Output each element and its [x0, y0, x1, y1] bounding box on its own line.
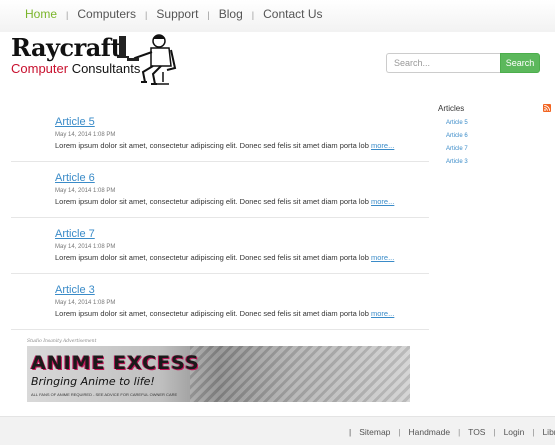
article-title-link[interactable]: Article 3 [55, 284, 425, 296]
search-input[interactable] [386, 53, 500, 73]
more-link[interactable]: more... [371, 141, 394, 150]
nav-item-contact-us[interactable]: Contact Us [263, 7, 322, 21]
more-link[interactable]: more... [371, 309, 394, 318]
articles-sidebar: Articles Article 5 Article 6 Article 7 A… [438, 104, 553, 169]
nav-item-blog[interactable]: Blog [219, 7, 243, 21]
nav-item-computers[interactable]: Computers [77, 7, 136, 21]
article-item: Article 7 May 14, 2014 1:08 PM Lorem ips… [55, 228, 425, 262]
article-date: May 14, 2014 1:08 PM [55, 244, 116, 250]
divider [11, 161, 429, 162]
logo-title: Raycraft [11, 33, 122, 62]
article-excerpt: Lorem ipsum dolor sit amet, consectetur … [55, 253, 395, 262]
footer-link-tos[interactable]: TOS [468, 427, 485, 437]
nav-item-support[interactable]: Support [156, 7, 198, 21]
ad-brand: ANIME EXCESS [31, 352, 200, 374]
ad-fine-print: ALL FANS OF ANIME REQUIRED - SEE ADVICE … [31, 392, 178, 397]
article-title-link[interactable]: Article 7 [55, 228, 425, 240]
anime-artwork [190, 346, 410, 402]
more-link[interactable]: more... [371, 253, 394, 262]
article-title-link[interactable]: Article 6 [55, 172, 425, 184]
top-nav: Home | Computers | Support | Blog | Cont… [0, 0, 555, 32]
article-item: Article 5 May 14, 2014 1:08 PM Lorem ips… [55, 116, 425, 150]
rss-icon[interactable] [543, 104, 551, 112]
man-at-computer-icon [117, 34, 177, 85]
search-form: Search [386, 53, 540, 73]
article-excerpt: Lorem ipsum dolor sit amet, consectetur … [55, 197, 395, 206]
article-title-link[interactable]: Article 5 [55, 116, 425, 128]
footer-link-sitemap[interactable]: Sitemap [359, 427, 390, 437]
nav-separator: | [66, 10, 69, 20]
article-date: May 14, 2014 1:08 PM [55, 132, 116, 138]
divider [11, 273, 429, 274]
sidebar-heading: Articles [438, 104, 465, 113]
footer-link-libr8[interactable]: Libr8 [542, 427, 555, 437]
footer: | Sitemap | Handmade | TOS | Login | Lib… [0, 416, 555, 445]
more-link[interactable]: more... [371, 197, 394, 206]
advertisement-banner[interactable]: ANIME EXCESS Bringing Anime to life! ALL… [27, 346, 410, 402]
article-item: Article 3 May 14, 2014 1:08 PM Lorem ips… [55, 284, 425, 318]
nav-separator: | [251, 10, 255, 20]
article-item: Article 6 May 14, 2014 1:08 PM Lorem ips… [55, 172, 425, 206]
nav-separator: | [207, 10, 210, 20]
footer-separator: | [532, 427, 535, 437]
sidebar-link[interactable]: Article 6 [446, 130, 553, 143]
nav-separator: | [145, 10, 148, 20]
divider [11, 217, 429, 218]
footer-separator: | [398, 427, 401, 437]
ad-label: Studio Insanity Advertisement [27, 339, 97, 344]
sidebar-link[interactable]: Article 5 [446, 117, 553, 130]
footer-separator: | [493, 427, 496, 437]
sidebar-link[interactable]: Article 7 [446, 143, 553, 156]
footer-link-handmade[interactable]: Handmade [408, 427, 450, 437]
article-excerpt: Lorem ipsum dolor sit amet, consectetur … [55, 309, 395, 318]
site-logo[interactable]: Raycraft Computer Consultants [11, 32, 186, 88]
footer-link-login[interactable]: Login [504, 427, 525, 437]
footer-separator: | [458, 427, 461, 437]
footer-separator: | [349, 427, 352, 437]
article-date: May 14, 2014 1:08 PM [55, 300, 116, 306]
sidebar-link[interactable]: Article 3 [446, 156, 553, 169]
article-date: May 14, 2014 1:08 PM [55, 188, 116, 194]
divider [11, 329, 429, 330]
search-button[interactable]: Search [500, 53, 540, 73]
ad-tagline: Bringing Anime to life! [31, 375, 155, 388]
nav-item-home[interactable]: Home [25, 7, 57, 21]
article-excerpt: Lorem ipsum dolor sit amet, consectetur … [55, 141, 395, 150]
